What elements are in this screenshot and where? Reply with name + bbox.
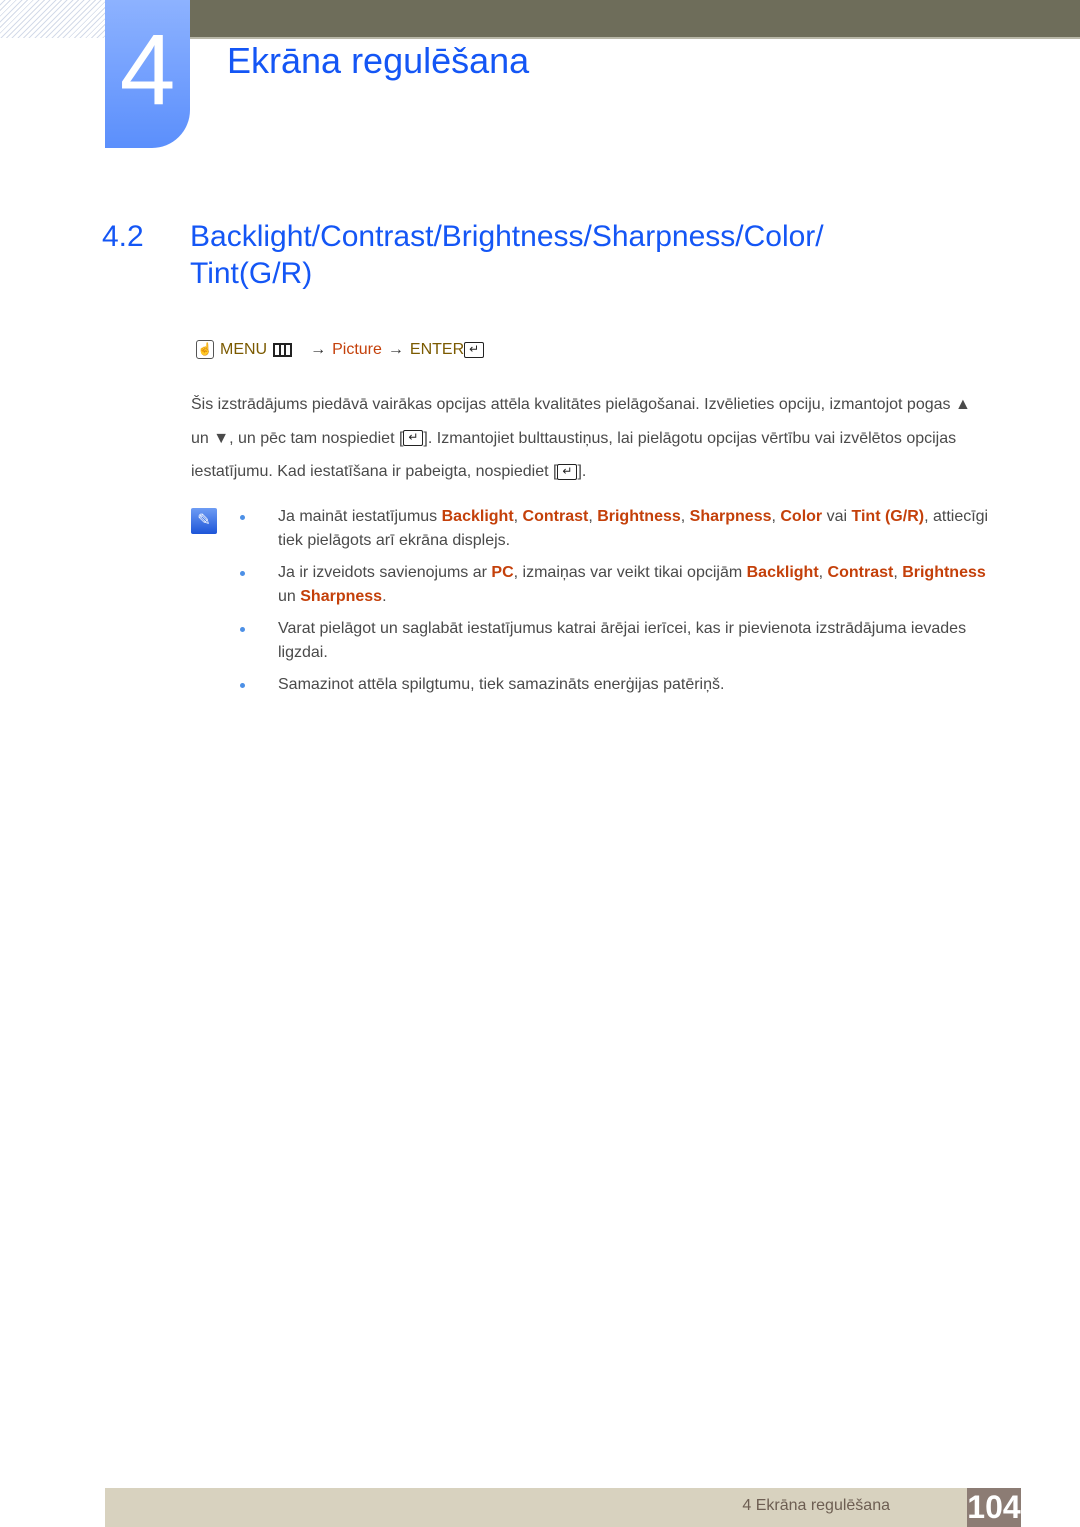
menu-path: ☝ MENU → Picture → ENTER ↵ xyxy=(196,340,485,359)
arrow-icon: → xyxy=(310,340,327,358)
decorative-hatch xyxy=(0,0,105,38)
picture-label: Picture xyxy=(332,340,382,358)
bullet-icon xyxy=(240,627,245,632)
keyword: Brightness xyxy=(902,564,986,581)
intro-text: ]. xyxy=(577,463,587,480)
remote-hand-icon: ☝ xyxy=(196,340,214,359)
keyword: Contrast xyxy=(522,508,589,525)
bullet-icon xyxy=(240,571,245,576)
list-item: Samazinot attēla spilgtumu, tiek samazin… xyxy=(240,673,1000,697)
enter-icon: ↵ xyxy=(464,341,485,358)
enter-icon: ↵ xyxy=(557,463,578,480)
list-item: Varat pielāgot un saglabāt iestatījumus … xyxy=(240,617,1000,665)
bullet-icon xyxy=(240,515,245,520)
chapter-tab: 4 xyxy=(105,0,190,148)
keyword: Tint (G/R) xyxy=(851,508,925,525)
intro-paragraph: Šis izstrādājums piedāvā vairākas opcija… xyxy=(191,388,991,489)
chapter-number: 4 xyxy=(119,14,176,126)
menu-grid-icon xyxy=(273,342,293,357)
chapter-title: Ekrāna regulēšana xyxy=(227,40,530,81)
section-number: 4.2 xyxy=(102,220,144,253)
footer-bar: 4 Ekrāna regulēšana 104 xyxy=(105,1488,1021,1527)
keyword: PC xyxy=(491,564,514,581)
note-pencil-icon: ✎ xyxy=(191,508,217,534)
keyword: Color xyxy=(780,508,823,525)
keyword: Contrast xyxy=(827,564,894,581)
notes-list: Ja maināt iestatījumus Backlight, Contra… xyxy=(240,505,1000,705)
list-item: Ja ir izveidots savienojums ar PC, izmai… xyxy=(240,561,1000,609)
arrow-icon: → xyxy=(387,340,404,358)
menu-label: MENU xyxy=(220,340,268,358)
header-bar xyxy=(190,0,1080,39)
enter-icon: ↵ xyxy=(403,430,424,447)
keyword: Backlight xyxy=(746,564,819,581)
keyword: Backlight xyxy=(441,508,514,525)
keyword: Brightness xyxy=(597,508,681,525)
footer-chapter-label: 4 Ekrāna regulēšana xyxy=(742,1497,890,1514)
page-number: 104 xyxy=(967,1488,1021,1527)
section-title: Backlight/Contrast/Brightness/Sharpness/… xyxy=(190,220,824,290)
enter-label: ENTER xyxy=(409,340,465,358)
list-item: Ja maināt iestatījumus Backlight, Contra… xyxy=(240,505,1000,553)
keyword: Sharpness xyxy=(300,588,383,605)
keyword: Sharpness xyxy=(689,508,772,525)
bullet-icon xyxy=(240,683,245,688)
